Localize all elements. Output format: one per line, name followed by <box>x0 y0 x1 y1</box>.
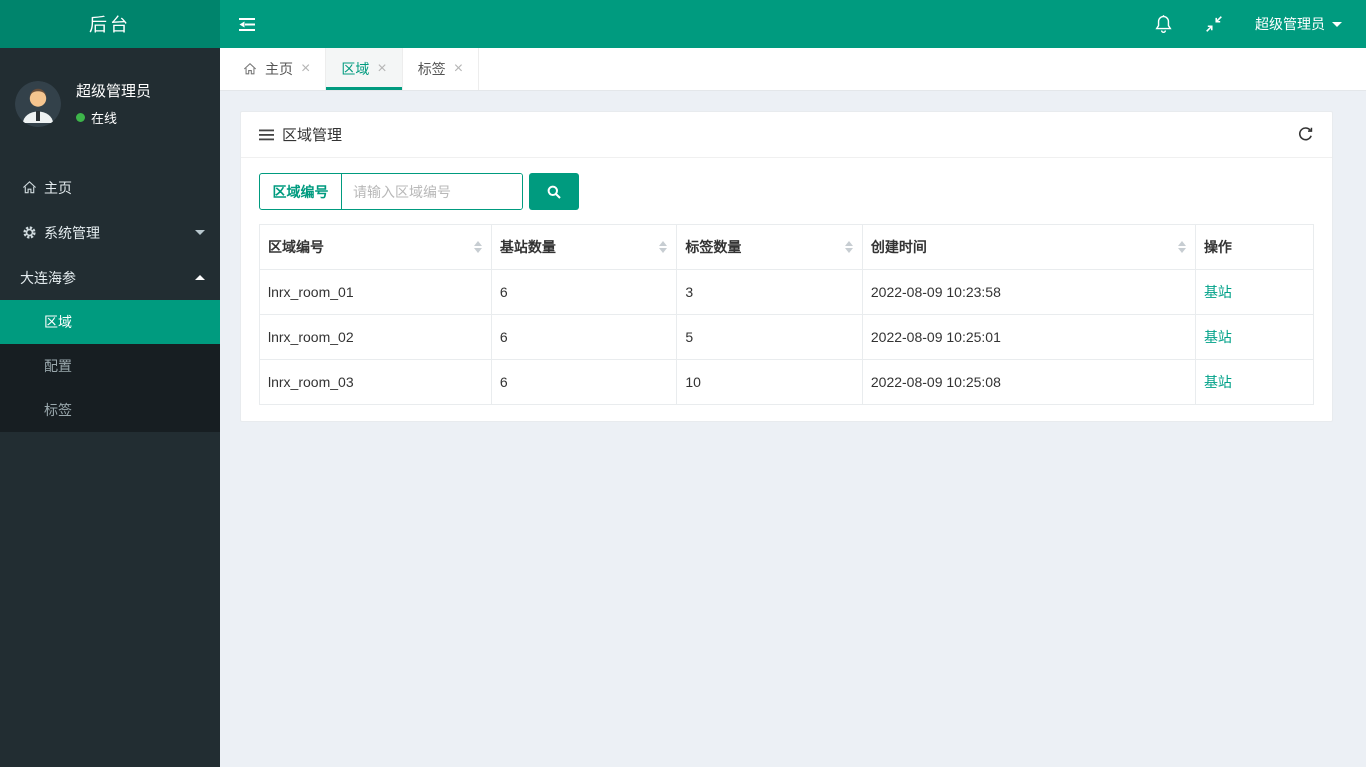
cell-created: 2022-08-09 10:25:01 <box>861 314 1196 360</box>
base-station-link[interactable]: 基站 <box>1204 284 1232 300</box>
base-station-link[interactable]: 基站 <box>1204 329 1232 345</box>
cell-tags: 10 <box>676 359 863 405</box>
sidebar-user-status: 在线 <box>91 111 118 126</box>
user-dropdown[interactable]: 超级管理员 <box>1255 14 1342 34</box>
app-window: 后台 超级管理员 超级管理员 在线 主页 系统管理 大连海参 区域 配置 标签 … <box>0 0 1366 767</box>
table-row: lnrx_room_03 6 10 2022-08-09 10:25:08 基站 <box>259 359 1315 405</box>
cell-created: 2022-08-09 10:23:58 <box>861 269 1196 315</box>
sidebar-item-label: 大连海参 <box>20 269 76 286</box>
tab-label: 主页 <box>265 61 293 77</box>
column-header-region[interactable]: 区域编号 <box>259 224 492 270</box>
sidebar-submenu: 区域 配置 标签 <box>0 300 220 432</box>
tab-label: 标签 <box>417 61 446 77</box>
region-table: 区域编号 基站数量 标签数量 创建时间 操作 lnrx_room_01 6 3 … <box>259 224 1315 405</box>
search-icon <box>546 184 562 200</box>
sidebar-user-name: 超级管理员 <box>76 83 152 100</box>
cell-stations: 6 <box>490 314 678 360</box>
notifications-button[interactable] <box>1154 14 1173 34</box>
close-icon[interactable]: × <box>377 61 386 77</box>
compress-icon <box>1205 15 1223 33</box>
column-header-tags[interactable]: 标签数量 <box>676 224 863 270</box>
sidebar-subitem-label: 标签 <box>44 402 72 418</box>
sidebar-subitem-label: 区域 <box>44 314 72 330</box>
page-container: 区域管理 区域编号 请输入区域编号 区域编号 基站数量 标签数量 创建时间 操作… <box>220 91 1366 422</box>
panel-header: 区域管理 <box>241 112 1332 158</box>
gear-icon <box>22 225 44 240</box>
column-header-stations[interactable]: 基站数量 <box>490 224 678 270</box>
sidebar: 超级管理员 在线 主页 系统管理 大连海参 区域 配置 标签 <box>0 48 220 767</box>
cell-stations: 6 <box>490 359 678 405</box>
table-header-row: 区域编号 基站数量 标签数量 创建时间 操作 <box>259 224 1315 270</box>
tab-home[interactable]: 主页 × <box>228 48 327 90</box>
sidebar-item-config[interactable]: 配置 <box>0 344 220 388</box>
cell-stations: 6 <box>490 269 678 315</box>
main-content: 主页 × 区域 × 标签 × 区域管理 区域编号 请输入区域编号 区域编号 基站… <box>220 48 1366 767</box>
top-bar: 后台 超级管理员 <box>0 0 1366 48</box>
cell-region: lnrx_room_02 <box>259 314 492 360</box>
column-header-actions: 操作 <box>1194 224 1315 270</box>
online-status-icon <box>76 113 85 122</box>
page-title: 区域管理 <box>282 127 343 144</box>
sidebar-item-label: 主页 <box>44 179 72 196</box>
table-row: lnrx_room_02 6 5 2022-08-09 10:25:01 基站 <box>259 314 1315 360</box>
table-row: lnrx_room_01 6 3 2022-08-09 10:23:58 基站 <box>259 269 1315 315</box>
sidebar-toggle-icon <box>238 17 256 32</box>
chevron-up-icon <box>195 275 205 280</box>
user-dropdown-label: 超级管理员 <box>1255 16 1325 32</box>
sidebar-toggle-button[interactable] <box>220 0 274 48</box>
tab-label: 区域 <box>341 61 370 77</box>
sort-icon <box>659 241 668 253</box>
search-field-label: 区域编号 <box>260 174 342 209</box>
base-station-link[interactable]: 基站 <box>1204 374 1232 390</box>
refresh-button[interactable] <box>1293 122 1318 147</box>
topbar-right-group: 超级管理员 <box>1154 0 1366 48</box>
bell-icon <box>1154 14 1173 34</box>
fullscreen-toggle-button[interactable] <box>1205 15 1223 33</box>
panel-body: 区域编号 请输入区域编号 区域编号 基站数量 标签数量 创建时间 操作 lnrx… <box>241 158 1332 421</box>
chevron-down-icon <box>1332 21 1342 27</box>
cell-created: 2022-08-09 10:25:08 <box>861 359 1196 405</box>
sort-icon <box>473 241 482 253</box>
sidebar-menu: 主页 系统管理 大连海参 区域 配置 标签 <box>0 165 220 432</box>
sidebar-item-dalian[interactable]: 大连海参 <box>0 255 220 300</box>
search-button[interactable] <box>529 173 579 210</box>
refresh-icon <box>1297 126 1314 143</box>
tab-bar: 主页 × 区域 × 标签 × <box>220 48 1366 91</box>
sidebar-item-label: 系统管理 <box>44 224 100 241</box>
cell-region: lnrx_room_03 <box>259 359 492 405</box>
sidebar-subitem-label: 配置 <box>44 358 72 374</box>
chevron-down-icon <box>195 230 205 235</box>
sidebar-item-system[interactable]: 系统管理 <box>0 210 220 255</box>
cell-region: lnrx_room_01 <box>259 269 492 315</box>
cell-tags: 5 <box>676 314 863 360</box>
sort-icon <box>1177 241 1186 253</box>
panel-collapse-icon[interactable] <box>259 129 274 141</box>
region-management-panel: 区域管理 区域编号 请输入区域编号 区域编号 基站数量 标签数量 创建时间 操作… <box>240 111 1333 422</box>
sidebar-item-region[interactable]: 区域 <box>0 300 220 344</box>
cell-tags: 3 <box>676 269 863 315</box>
search-toolbar: 区域编号 <box>259 173 1314 210</box>
search-input-group: 区域编号 <box>259 173 523 210</box>
home-icon <box>243 62 257 76</box>
close-icon[interactable]: × <box>454 61 463 77</box>
home-icon <box>22 180 44 195</box>
sidebar-item-home[interactable]: 主页 <box>0 165 220 210</box>
close-icon[interactable]: × <box>301 61 310 77</box>
tab-tag[interactable]: 标签 × <box>403 48 480 90</box>
sidebar-item-tag[interactable]: 标签 <box>0 388 220 432</box>
column-header-created[interactable]: 创建时间 <box>861 224 1196 270</box>
sort-icon <box>844 241 853 253</box>
region-code-input[interactable] <box>342 174 522 209</box>
tab-region[interactable]: 区域 × <box>326 48 403 90</box>
sidebar-user-panel: 超级管理员 在线 <box>0 48 220 151</box>
avatar <box>15 80 61 127</box>
app-logo[interactable]: 后台 <box>0 0 220 48</box>
